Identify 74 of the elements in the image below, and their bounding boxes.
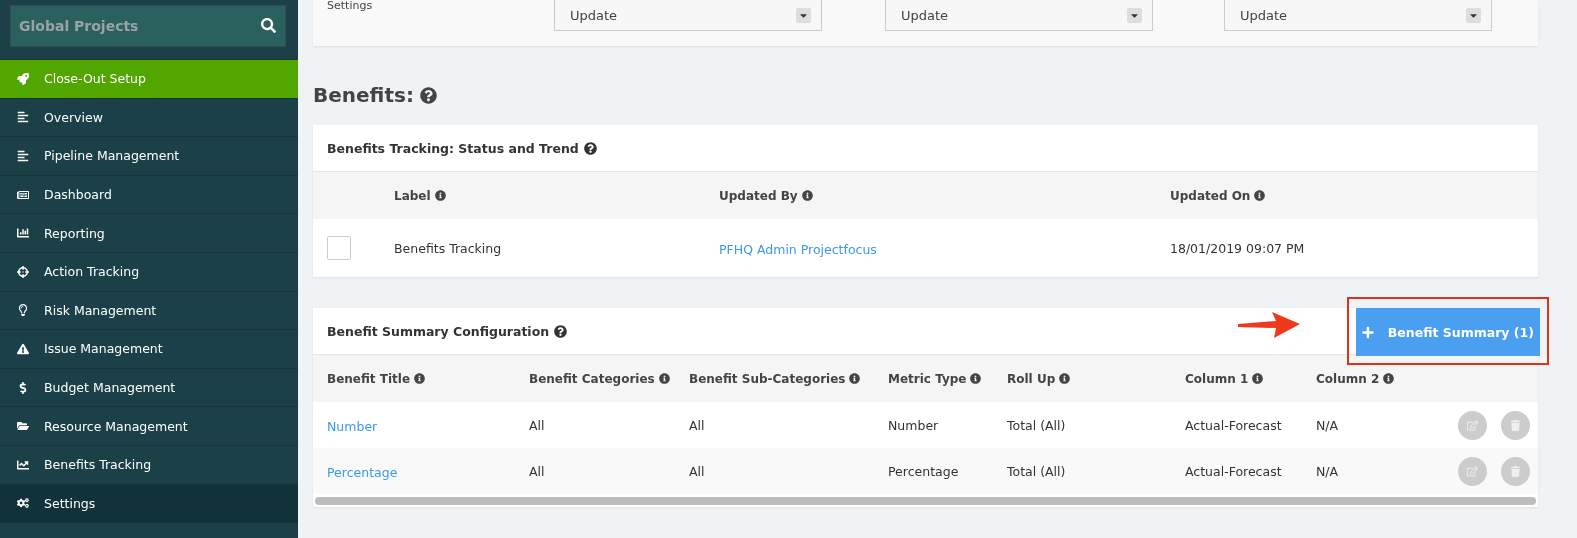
column-header: Benefit Sub-Categories bbox=[689, 371, 846, 386]
info-icon bbox=[849, 373, 861, 384]
info-icon bbox=[434, 190, 446, 201]
table-cell-text: Benefits Tracking bbox=[394, 240, 503, 256]
card-title: Benefits Tracking: Status and Trend bbox=[327, 140, 579, 156]
sidebar-item[interactable]: Settings bbox=[0, 484, 298, 524]
table-cell-text: All bbox=[529, 417, 546, 433]
table-cell-text: All bbox=[529, 463, 546, 479]
column-header: Label bbox=[394, 188, 431, 203]
caret-icon bbox=[796, 7, 811, 23]
info-icon bbox=[970, 373, 982, 384]
table-cell-text: N/A bbox=[1316, 463, 1340, 479]
nav-icon bbox=[17, 265, 29, 278]
edit-icon bbox=[1467, 419, 1478, 431]
table-cell-text: All bbox=[689, 463, 706, 479]
nav-icon bbox=[17, 150, 29, 162]
card-title: Benefit Summary Configuration bbox=[327, 323, 550, 339]
caret-icon bbox=[1466, 7, 1481, 23]
nav-icon bbox=[17, 381, 29, 394]
table-cell-text: 18/01/2019 09:07 PM bbox=[1170, 240, 1306, 256]
update-select[interactable]: Update bbox=[554, 0, 822, 31]
nav-icon bbox=[17, 111, 29, 124]
info-icon bbox=[658, 373, 670, 384]
nav-icon bbox=[17, 72, 29, 85]
table-cell-text: Total (All) bbox=[1007, 463, 1067, 479]
nav-icon bbox=[17, 497, 29, 510]
table-cell-text: Actual-Forecast bbox=[1185, 417, 1283, 433]
column-header: Benefit Categories bbox=[529, 371, 655, 386]
help-icon bbox=[583, 141, 597, 155]
nav-icon bbox=[17, 420, 29, 433]
table-cell-text: N/A bbox=[1316, 417, 1340, 433]
column-header: Column 1 bbox=[1185, 371, 1249, 386]
help-icon bbox=[554, 324, 568, 338]
info-icon bbox=[801, 190, 813, 201]
table-cell-text: Total (All) bbox=[1007, 417, 1067, 433]
nav-icon bbox=[17, 227, 29, 240]
help-icon bbox=[419, 86, 437, 104]
plus-icon bbox=[1362, 325, 1374, 339]
caret-icon bbox=[1127, 7, 1142, 23]
settings-label: Settings bbox=[327, 0, 374, 12]
info-icon bbox=[1252, 373, 1264, 384]
table-cell-text: Number bbox=[888, 417, 940, 433]
update-select[interactable]: Update bbox=[1224, 0, 1492, 31]
info-icon bbox=[1383, 373, 1395, 384]
nav-icon bbox=[17, 188, 29, 201]
delete-button[interactable] bbox=[1501, 410, 1530, 440]
nav-icon bbox=[17, 342, 29, 355]
trash-icon bbox=[1510, 465, 1521, 477]
update-select[interactable]: Update bbox=[885, 0, 1153, 31]
nav-icon bbox=[17, 304, 29, 317]
info-icon bbox=[1254, 190, 1266, 201]
search-field[interactable]: Global Projects bbox=[10, 5, 286, 47]
column-header: Updated By bbox=[719, 188, 798, 203]
delete-button[interactable] bbox=[1501, 456, 1530, 486]
row-checkbox[interactable] bbox=[327, 236, 351, 260]
column-header: Roll Up bbox=[1007, 371, 1056, 386]
column-header: Metric Type bbox=[888, 371, 967, 386]
trash-icon bbox=[1510, 419, 1521, 431]
table-cell-text: Actual-Forecast bbox=[1185, 463, 1283, 479]
info-icon bbox=[414, 373, 426, 384]
nav-icon bbox=[17, 458, 29, 471]
column-header: Benefit Title bbox=[327, 371, 411, 386]
arrow-icon bbox=[1238, 310, 1300, 340]
edit-icon bbox=[1467, 465, 1478, 477]
section-title: Benefits: bbox=[313, 83, 414, 107]
column-header: Column 2 bbox=[1316, 371, 1380, 386]
search-icon bbox=[261, 18, 276, 33]
table-cell-text: Percentage bbox=[888, 463, 960, 479]
edit-button[interactable] bbox=[1458, 410, 1487, 440]
scrollbar[interactable] bbox=[315, 496, 1536, 505]
column-header: Updated On bbox=[1170, 188, 1251, 203]
edit-button[interactable] bbox=[1458, 456, 1487, 486]
table-cell-text: All bbox=[689, 417, 706, 433]
info-icon bbox=[1059, 373, 1071, 384]
